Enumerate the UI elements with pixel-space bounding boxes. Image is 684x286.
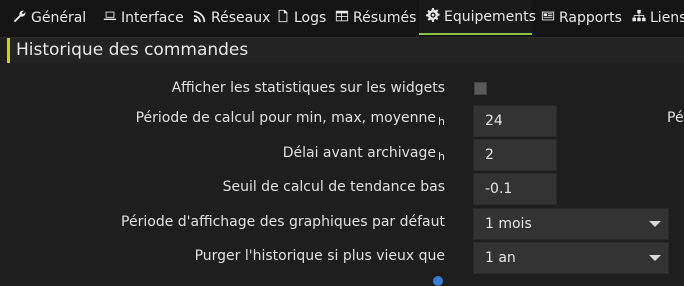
purge-value: 1 an bbox=[485, 250, 516, 266]
graph-period-select[interactable]: 1 mois bbox=[473, 208, 669, 240]
archive-delay-label: Délai avant archivage h bbox=[283, 145, 445, 163]
trend-label: Seuil de calcul de tendance bas bbox=[222, 179, 445, 195]
trend-input[interactable]: -0.1 bbox=[473, 173, 557, 205]
chevron-down-icon bbox=[649, 221, 661, 227]
table-icon bbox=[335, 9, 349, 27]
graph-period-value: 1 mois bbox=[485, 216, 532, 232]
file-icon bbox=[276, 9, 290, 27]
tab-equipements-label: Equipements bbox=[444, 8, 536, 25]
status-dot bbox=[433, 276, 443, 286]
clipped-label: Pé bbox=[667, 110, 684, 126]
tab-general[interactable]: Général bbox=[13, 0, 86, 36]
tab-general-label: Général bbox=[31, 10, 87, 26]
tab-reseaux-label: Réseaux bbox=[211, 10, 271, 26]
period-unit: h bbox=[438, 115, 445, 128]
show-stats-label: Afficher les statistiques sur les widget… bbox=[171, 80, 445, 96]
tab-rapports[interactable]: Rapports bbox=[541, 0, 622, 36]
tab-interface-label: Interface bbox=[121, 10, 184, 26]
tab-logs[interactable]: Logs bbox=[276, 0, 326, 36]
wrench-icon bbox=[13, 9, 27, 27]
tab-logs-label: Logs bbox=[294, 10, 327, 26]
section-title: Historique des commandes bbox=[7, 38, 684, 63]
tab-rapports-label: Rapports bbox=[559, 10, 622, 26]
graph-period-label: Période d'affichage des graphiques par d… bbox=[121, 214, 445, 230]
period-input[interactable]: 24 bbox=[473, 105, 557, 137]
newspaper-icon bbox=[541, 9, 555, 27]
tab-liens[interactable]: Liens bbox=[632, 0, 684, 36]
archive-delay-input[interactable]: 2 bbox=[473, 139, 557, 171]
tab-equipements[interactable]: Equipements bbox=[419, 0, 536, 35]
tab-resumes-label: Résumés bbox=[353, 10, 417, 26]
period-label: Période de calcul pour min, max, moyenne… bbox=[136, 110, 445, 128]
sitemap-icon bbox=[632, 9, 646, 27]
period-label-text: Période de calcul pour min, max, moyenne bbox=[135, 110, 437, 126]
gear-icon bbox=[426, 7, 440, 26]
chevron-down-icon bbox=[649, 255, 661, 261]
laptop-icon bbox=[103, 9, 117, 27]
tab-resumes[interactable]: Résumés bbox=[335, 0, 416, 36]
tab-interface[interactable]: Interface bbox=[103, 0, 184, 36]
purge-select[interactable]: 1 an bbox=[473, 242, 669, 274]
purge-label: Purger l'historique si plus vieux que bbox=[194, 248, 445, 264]
settings-tab-bar: Général Interface Réseaux Logs Résumés E… bbox=[0, 0, 684, 38]
tab-reseaux[interactable]: Réseaux bbox=[193, 0, 270, 36]
tab-liens-label: Liens bbox=[650, 10, 684, 26]
archive-delay-label-text: Délai avant archivage bbox=[282, 145, 437, 161]
show-stats-checkbox[interactable] bbox=[474, 82, 487, 95]
rss-icon bbox=[193, 9, 207, 27]
archive-delay-unit: h bbox=[438, 150, 445, 163]
